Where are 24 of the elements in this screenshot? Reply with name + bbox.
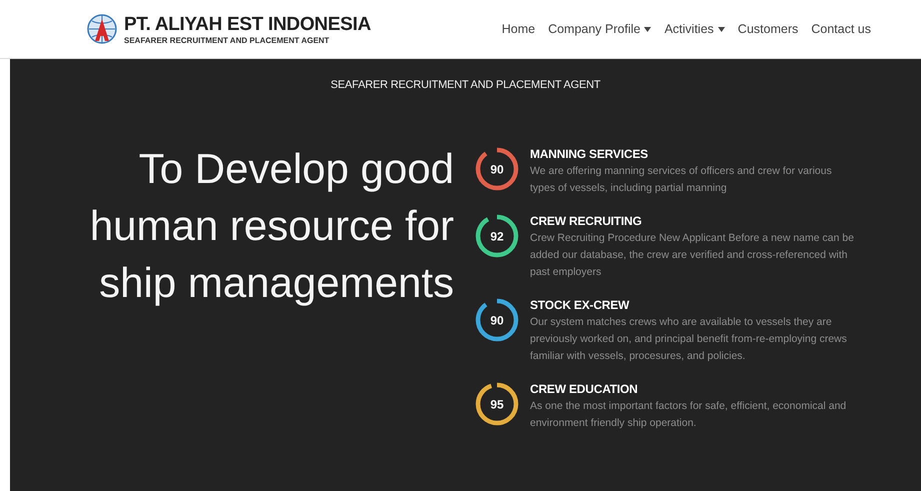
service-description: Crew Recruiting Procedure New Applicant Before a new name can be added our database, the crew are verified and cross-referenced with past employers: [530, 231, 854, 280]
company-name: PT. ALIYAH EST INDONESIA: [124, 14, 371, 36]
hero-subtitle: SEAFARER RECRUITMENT AND PLACEMENT AGENT: [330, 79, 600, 91]
service-title: CREW RECRUITING: [530, 214, 643, 228]
caret-icon: [718, 26, 725, 32]
percentage-value: 90: [490, 314, 504, 328]
nav-link[interactable]: Contact us: [811, 22, 871, 36]
hero-headline: To Develop good human resource for ship managements: [88, 144, 454, 308]
service-description: We are offering manning services of officers and crew for various types of vessels, including partial manning: [530, 164, 833, 196]
caret-icon: [644, 26, 652, 32]
nav-link[interactable]: Activities: [664, 22, 725, 36]
globe-logo-icon: [86, 13, 118, 45]
percentage-value: 95: [490, 398, 504, 412]
company-tagline: SEAFARER RECRUITMENT AND PLACEMENT AGENT: [124, 36, 330, 44]
service-title: MANNING SERVICES: [530, 147, 649, 161]
nav-link[interactable]: Home: [502, 22, 536, 36]
service-description: Our system matches crews who are available to vessels they are previously worked on, and principal benefit from-re-employing crews familiar with vessels, procesures, and policies.: [530, 315, 848, 364]
nav-link[interactable]: Company Profile: [548, 22, 652, 36]
service-title: CREW EDUCATION: [530, 382, 639, 396]
service-title: STOCK EX-CREW: [530, 298, 630, 312]
percentage-value: 92: [490, 230, 504, 244]
service-description: As one the most important factors for safe, efficient, economical and environment friendly ship operation.: [530, 399, 848, 431]
percentage-value: 90: [490, 162, 504, 176]
nav-link[interactable]: Customers: [738, 22, 798, 36]
